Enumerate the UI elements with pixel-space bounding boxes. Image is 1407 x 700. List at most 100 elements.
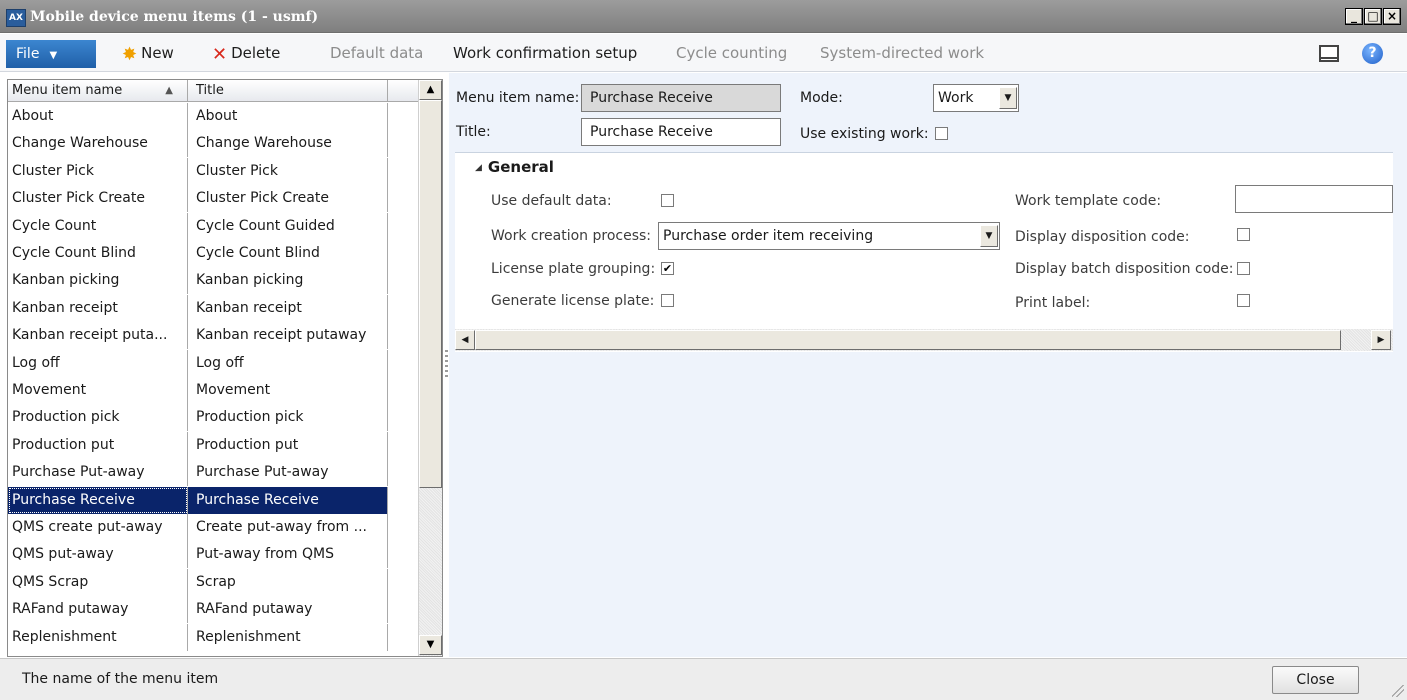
cell-menu-item-name: QMS Scrap: [8, 568, 188, 596]
column-header-title[interactable]: Title: [188, 80, 388, 102]
cell-menu-item-name: QMS create put-away: [8, 514, 188, 541]
table-row[interactable]: Movement Movement: [8, 377, 388, 404]
display-disposition-code-checkbox[interactable]: [1237, 228, 1250, 241]
table-row[interactable]: Kanban receipt puta... Kanban receipt put…: [8, 322, 388, 350]
system-directed-work-button[interactable]: System-directed work: [820, 41, 984, 65]
work-confirmation-setup-button[interactable]: Work confirmation setup: [453, 41, 637, 65]
table-row[interactable]: Cluster Pick Create Cluster Pick Create: [8, 185, 388, 213]
cell-title: Cluster Pick Create: [188, 185, 388, 213]
generate-license-plate-checkbox[interactable]: [661, 294, 674, 307]
table-row[interactable]: Purchase Put-away Purchase Put-away: [8, 459, 388, 487]
mode-select[interactable]: Work ▼: [933, 84, 1019, 112]
status-bar: The name of the menu item Close: [0, 658, 1407, 700]
cell-menu-item-name: Cluster Pick: [8, 157, 188, 185]
cell-menu-item-name: Production pick: [8, 404, 188, 432]
table-row[interactable]: Kanban receipt Kanban receipt: [8, 294, 388, 322]
table-row[interactable]: QMS put-away Put-away from QMS: [8, 541, 388, 569]
cell-menu-item-name: Replenishment: [8, 623, 188, 651]
dropdown-arrow-icon[interactable]: ▼: [980, 225, 998, 247]
app-icon: AX: [6, 9, 26, 27]
table-row[interactable]: Kanban picking Kanban picking: [8, 267, 388, 295]
general-horizontal-scrollbar[interactable]: ◀ ▶: [455, 329, 1393, 351]
cell-title: Log off: [188, 349, 388, 377]
work-template-code-label: Work template code:: [1015, 193, 1162, 209]
status-text: The name of the menu item: [22, 671, 219, 687]
table-row[interactable]: QMS create put-away Create put-away from …: [8, 514, 388, 541]
scroll-up-icon[interactable]: ▲: [419, 80, 442, 100]
work-creation-process-label: Work creation process:: [491, 228, 652, 244]
scroll-left-icon[interactable]: ◀: [455, 330, 475, 350]
window-title-bar: AX Mobile device menu items (1 - usmf) _…: [0, 0, 1407, 33]
table-row[interactable]: QMS Scrap Scrap: [8, 568, 388, 596]
cell-title: Kanban receipt putaway: [188, 322, 388, 350]
scroll-right-icon[interactable]: ▶: [1371, 330, 1391, 350]
cell-title: Purchase Receive: [188, 486, 388, 514]
title-label: Title:: [456, 124, 491, 140]
cell-title: Purchase Put-away: [188, 459, 388, 487]
general-header[interactable]: ◢ General: [475, 158, 554, 176]
new-button[interactable]: ✸ New: [122, 41, 174, 65]
cell-title: Kanban receipt: [188, 294, 388, 322]
help-icon[interactable]: ?: [1362, 43, 1383, 64]
table-row[interactable]: RAFand putaway RAFand putaway: [8, 596, 388, 624]
table-row[interactable]: Cluster Pick Cluster Pick: [8, 157, 388, 185]
cell-menu-item-name: RAFand putaway: [8, 596, 188, 624]
general-fasttab: ◢ General Use default data: Work creation…: [455, 152, 1393, 352]
table-row[interactable]: Cycle Count Cycle Count Guided: [8, 212, 388, 240]
table-row[interactable]: Replenishment Replenishment: [8, 623, 388, 651]
cell-menu-item-name: Change Warehouse: [8, 130, 188, 158]
cycle-counting-button[interactable]: Cycle counting: [676, 41, 787, 65]
close-window-button[interactable]: ×: [1383, 8, 1401, 25]
table-row[interactable]: Production put Production put: [8, 431, 388, 459]
column-header-menu-item-name[interactable]: Menu item name ▲: [8, 80, 188, 102]
general-heading: General: [487, 158, 554, 176]
default-data-button[interactable]: Default data: [330, 41, 423, 65]
display-batch-disposition-code-checkbox[interactable]: [1237, 262, 1250, 275]
close-button[interactable]: Close: [1272, 666, 1359, 694]
minimize-button[interactable]: _: [1345, 8, 1363, 25]
scroll-down-icon[interactable]: ▼: [419, 635, 442, 655]
scroll-thumb[interactable]: [419, 100, 442, 488]
cell-title: Change Warehouse: [188, 130, 388, 158]
cell-title: Production pick: [188, 404, 388, 432]
menu-item-name-field[interactable]: Purchase Receive: [581, 84, 781, 112]
pane-splitter[interactable]: [445, 350, 448, 380]
use-default-data-checkbox[interactable]: [661, 194, 674, 207]
work-template-code-field[interactable]: [1235, 185, 1393, 213]
cell-menu-item-name: Movement: [8, 377, 188, 404]
cell-title: Kanban picking: [188, 267, 388, 295]
print-label-label: Print label:: [1015, 295, 1091, 311]
dropdown-arrow-icon[interactable]: ▼: [999, 87, 1017, 109]
sort-ascending-icon: ▲: [165, 85, 173, 96]
grid-vertical-scrollbar[interactable]: ▲ ▼: [418, 80, 442, 656]
use-existing-work-checkbox[interactable]: [935, 127, 948, 140]
cell-menu-item-name: QMS put-away: [8, 541, 188, 569]
cell-title: Replenishment: [188, 623, 388, 651]
cell-title: Movement: [188, 377, 388, 404]
license-plate-grouping-checkbox[interactable]: ✔: [661, 262, 674, 275]
collapse-triangle-icon: ◢: [475, 163, 482, 173]
layout-toggle-icon[interactable]: [1319, 45, 1339, 62]
cell-menu-item-name: Log off: [8, 349, 188, 377]
table-row[interactable]: Purchase Receive Purchase Receive: [8, 486, 388, 514]
table-row[interactable]: Cycle Count Blind Cycle Count Blind: [8, 240, 388, 267]
table-row[interactable]: About About: [8, 103, 388, 130]
horizontal-scroll-thumb[interactable]: [475, 330, 1341, 350]
table-row[interactable]: Change Warehouse Change Warehouse: [8, 130, 388, 158]
delete-x-icon: ✕: [212, 44, 228, 65]
print-label-checkbox[interactable]: [1237, 294, 1250, 307]
table-row[interactable]: Log off Log off: [8, 349, 388, 377]
work-creation-process-select[interactable]: Purchase order item receiving ▼: [658, 222, 1000, 250]
new-star-icon: ✸: [122, 44, 138, 65]
file-menu-button[interactable]: File ▼: [6, 40, 96, 68]
resize-grip-icon[interactable]: [1392, 685, 1404, 697]
maximize-button[interactable]: □: [1364, 8, 1382, 25]
mode-value: Work: [938, 90, 974, 106]
cell-menu-item-name: Cycle Count Blind: [8, 240, 188, 267]
table-row[interactable]: Production pick Production pick: [8, 404, 388, 432]
delete-label: Delete: [231, 44, 281, 62]
cell-title: Scrap: [188, 568, 388, 596]
delete-button[interactable]: ✕ Delete: [212, 41, 280, 65]
cell-title: Create put-away from ...: [188, 514, 388, 541]
title-field[interactable]: Purchase Receive: [581, 118, 781, 146]
